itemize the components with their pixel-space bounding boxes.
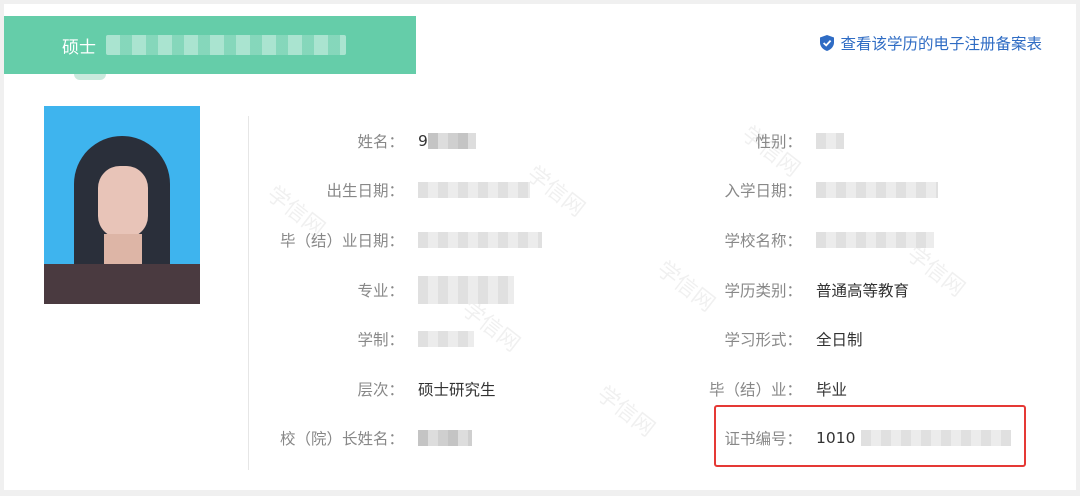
field-study-mode: 学习形式： 全日制 xyxy=(652,327,863,351)
redacted-value xyxy=(816,182,938,198)
field-value: 硕士研究生 xyxy=(418,381,496,399)
field-label: 学历类别： xyxy=(724,282,802,300)
field-principal-name: 校（院）长姓名： xyxy=(254,426,472,450)
degree-title: 硕士 xyxy=(62,37,96,58)
shield-check-icon xyxy=(820,35,835,51)
redacted-value xyxy=(816,133,844,149)
field-value: 9 xyxy=(418,132,428,150)
field-school-name: 学校名称： xyxy=(652,228,934,252)
field-graduation-status: 毕（结）业： 毕业 xyxy=(652,377,847,401)
field-education-type: 学历类别： 普通高等教育 xyxy=(652,278,909,302)
tab-indicator xyxy=(74,74,106,80)
degree-title-tab: 硕士 xyxy=(4,16,416,74)
redacted-value xyxy=(418,182,530,198)
watermark: 学信网 xyxy=(521,161,590,223)
redacted-value xyxy=(418,232,542,248)
field-label: 入学日期： xyxy=(724,182,802,200)
field-label: 毕（结）业： xyxy=(708,381,802,399)
field-graduation-date: 毕（结）业日期： xyxy=(254,228,542,252)
view-registration-record-link[interactable]: 查看该学历的电子注册备案表 xyxy=(820,32,1042,54)
field-study-length: 学制： xyxy=(254,327,474,351)
field-label: 出生日期： xyxy=(326,182,404,200)
field-enrollment-date: 入学日期： xyxy=(652,178,938,202)
redacted-value xyxy=(816,232,934,248)
redacted-school-name xyxy=(106,35,346,55)
redacted-value xyxy=(418,331,474,347)
redacted-value xyxy=(418,430,472,446)
field-label: 性别： xyxy=(755,133,802,151)
view-registration-record-label: 查看该学历的电子注册备案表 xyxy=(840,35,1042,53)
field-value: 普通高等教育 xyxy=(816,282,910,300)
education-record-card: 学信网 学信网 学信网 学信网 学信网 学信网 学信网 学信网 硕士 查看该学历… xyxy=(4,4,1076,490)
field-label: 毕（结）业日期： xyxy=(279,232,404,250)
field-label: 姓名： xyxy=(357,133,404,151)
redacted-value xyxy=(427,133,476,149)
student-photo xyxy=(44,106,200,304)
field-label: 校（院）长姓名： xyxy=(279,430,404,448)
column-divider xyxy=(248,116,249,470)
field-gender: 性别： xyxy=(652,129,844,153)
field-label: 学校名称： xyxy=(724,232,802,250)
field-label: 学制： xyxy=(357,331,404,349)
certificate-number-highlight xyxy=(714,405,1026,467)
field-birth-date: 出生日期： xyxy=(254,178,530,202)
field-value: 毕业 xyxy=(816,381,848,399)
field-label: 层次： xyxy=(357,381,404,399)
field-label: 专业： xyxy=(357,282,404,300)
field-value: 全日制 xyxy=(816,331,863,349)
field-label: 学习形式： xyxy=(724,331,802,349)
field-major: 专业： xyxy=(254,276,514,304)
redacted-value xyxy=(418,276,514,304)
field-name: 姓名： 9 xyxy=(254,129,476,153)
field-level: 层次： 硕士研究生 xyxy=(254,377,496,401)
